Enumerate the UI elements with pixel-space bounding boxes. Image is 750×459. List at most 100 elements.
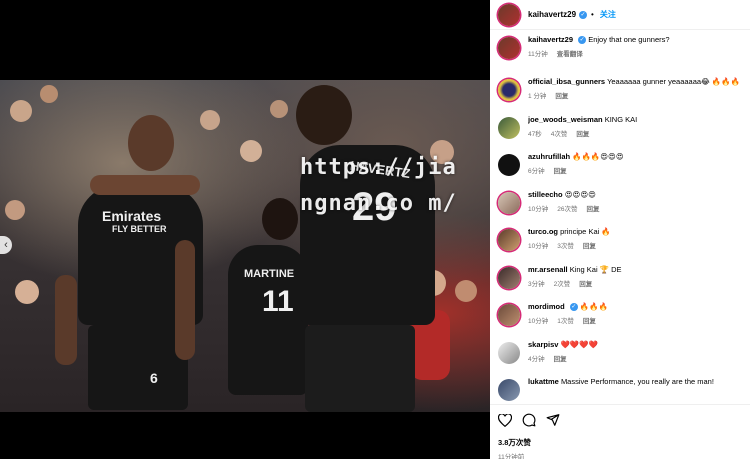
- commenter-avatar[interactable]: [498, 304, 520, 326]
- player-arm: [55, 275, 77, 365]
- reply-button[interactable]: 回复: [555, 93, 568, 100]
- comment-time: 3分钟: [528, 280, 545, 288]
- reply-button[interactable]: 回复: [579, 281, 592, 288]
- follow-button[interactable]: 关注: [600, 9, 616, 20]
- post-time: 11分钟前: [498, 454, 525, 459]
- post-header: kaihavertz29 ✓ • 关注: [490, 0, 750, 30]
- author-username[interactable]: kaihavertz29: [528, 10, 576, 19]
- caption-username[interactable]: kaihavertz29: [528, 35, 573, 44]
- reply-button[interactable]: 回复: [576, 131, 589, 138]
- crowd-face: [40, 85, 58, 103]
- comment-time: 10分钟: [528, 205, 549, 213]
- comment-text: 🔥🔥🔥😍😍😍: [572, 152, 624, 161]
- player-right-shorts: [305, 325, 415, 412]
- comment-username[interactable]: skarpisv: [528, 340, 558, 349]
- post-side-panel: kaihavertz29 ✓ • 关注 kaihavertz29 ✓ Enjoy…: [490, 0, 750, 459]
- commenter-avatar[interactable]: [498, 191, 520, 214]
- comment-username[interactable]: official_ibsa_gunners: [528, 77, 605, 86]
- comment-icon[interactable]: [522, 413, 536, 427]
- caption-time: 11分钟: [528, 51, 548, 58]
- post-photo: Emirates FLY BETTER 6 MARTINE 11 HAVERTZ…: [0, 80, 490, 412]
- comment-item: stilleecho 😍😍😍😍 10分钟 26次赞 回复: [490, 189, 750, 227]
- player-arm: [90, 175, 200, 195]
- commenter-avatar[interactable]: [498, 379, 520, 401]
- player-middle-head: [262, 198, 298, 240]
- comments-list: kaihavertz29 ✓ Enjoy that one gunners? 1…: [490, 34, 750, 404]
- comment-text: King Kai 🏆 DE: [569, 264, 622, 274]
- translate-button[interactable]: 查看翻译: [557, 51, 583, 58]
- crowd-face: [200, 110, 220, 130]
- comment-time: 6分钟: [528, 168, 545, 175]
- comment-text: Yeaaaaaa gunner yeaaaaaa😂 🔥🔥🔥: [607, 77, 740, 86]
- caption-text: Enjoy that one gunners?: [588, 35, 670, 44]
- commenter-avatar[interactable]: [498, 116, 520, 139]
- commenter-avatar[interactable]: [498, 154, 520, 176]
- crowd-face: [5, 200, 25, 220]
- comment-likes[interactable]: 3次赞: [557, 243, 574, 250]
- player-name: MARTINE: [244, 268, 295, 280]
- comment-likes[interactable]: 2次赞: [554, 281, 571, 288]
- player-left-head: [128, 115, 174, 171]
- verified-badge-icon: ✓: [578, 36, 587, 45]
- crowd-face: [455, 280, 477, 302]
- comment-username[interactable]: lukattme: [528, 377, 559, 386]
- comment-item: skarpisv ❤️❤️❤️❤️ 4分钟 回复: [490, 339, 750, 377]
- author-avatar[interactable]: [498, 3, 520, 26]
- comment-text: Massive Performance, you really are the …: [560, 377, 714, 386]
- watermark-text: https://jiangnan.co m/: [300, 155, 457, 216]
- commenter-avatar[interactable]: [498, 341, 520, 364]
- shirt-sponsor-sub: FLY BETTER: [112, 224, 167, 234]
- comment-item: azuhrufillah 🔥🔥🔥😍😍😍 6分钟 回复: [490, 151, 750, 189]
- comment-text: 🔥🔥🔥: [579, 302, 608, 311]
- comment-likes[interactable]: 4次赞: [551, 131, 568, 138]
- reply-button[interactable]: 回复: [586, 206, 599, 213]
- verified-badge-icon: ✓: [569, 303, 578, 312]
- commenter-avatar[interactable]: [498, 79, 520, 101]
- player-arm: [175, 240, 195, 360]
- player-number: 11: [262, 285, 294, 318]
- comment-text: principe Kai 🔥: [560, 227, 611, 236]
- comment-item: lukattme Massive Performance, you really…: [490, 376, 750, 401]
- heart-icon[interactable]: [498, 413, 512, 427]
- caption-item: kaihavertz29 ✓ Enjoy that one gunners? 1…: [490, 34, 750, 76]
- comment-username[interactable]: turco.og: [528, 227, 558, 236]
- likes-count[interactable]: 3.8万次赞: [498, 437, 742, 448]
- header-separator: •: [591, 10, 594, 19]
- action-icon-row: [498, 411, 742, 429]
- player-right-head: [296, 85, 352, 145]
- comment-likes[interactable]: 26次赞: [557, 206, 577, 213]
- crowd-face: [10, 100, 32, 122]
- crowd-face: [270, 100, 288, 118]
- comment-item: joe_woods_weisman KING KAI 47秒 4次赞 回复: [490, 114, 750, 152]
- reply-button[interactable]: 回复: [583, 243, 596, 250]
- comment-item: mordimod ✓ 🔥🔥🔥 10分钟 1次赞 回复: [490, 301, 750, 339]
- comment-username[interactable]: azuhrufillah: [528, 152, 570, 161]
- comment-username[interactable]: mordimod: [528, 302, 565, 311]
- comment-item: mr.arsenall King Kai 🏆 DE 3分钟 2次赞 回复: [490, 264, 750, 302]
- comment-time: 10分钟: [528, 318, 549, 325]
- reply-button[interactable]: 回复: [583, 318, 596, 325]
- comment-time: 10分钟: [528, 243, 549, 250]
- share-icon[interactable]: [546, 413, 560, 427]
- post-media-area: Emirates FLY BETTER 6 MARTINE 11 HAVERTZ…: [0, 0, 490, 459]
- comment-text: KING KAI: [604, 114, 638, 124]
- player-left-shorts: [88, 325, 188, 410]
- shirt-sponsor: Emirates: [102, 208, 162, 224]
- comment-time: 47秒: [528, 130, 542, 138]
- comment-item: official_ibsa_gunners Yeaaaaaa gunner ye…: [490, 76, 750, 114]
- shorts-number: 6: [150, 370, 158, 386]
- comment-username[interactable]: joe_woods_weisman: [528, 115, 603, 124]
- commenter-avatar[interactable]: [498, 266, 520, 289]
- reply-button[interactable]: 回复: [554, 356, 567, 363]
- commenter-avatar[interactable]: [498, 229, 520, 251]
- comment-username[interactable]: mr.arsenall: [528, 265, 568, 274]
- comment-username[interactable]: stilleecho: [528, 190, 563, 199]
- crowd-face: [240, 140, 262, 162]
- comment-text: ❤️❤️❤️❤️: [560, 339, 598, 349]
- comment-likes[interactable]: 1次赞: [557, 318, 574, 325]
- crowd-face: [15, 280, 39, 304]
- comment-time: 1 分钟: [528, 93, 547, 100]
- reply-button[interactable]: 回复: [554, 168, 567, 175]
- author-avatar[interactable]: [498, 37, 520, 59]
- verified-badge-icon: ✓: [579, 10, 588, 19]
